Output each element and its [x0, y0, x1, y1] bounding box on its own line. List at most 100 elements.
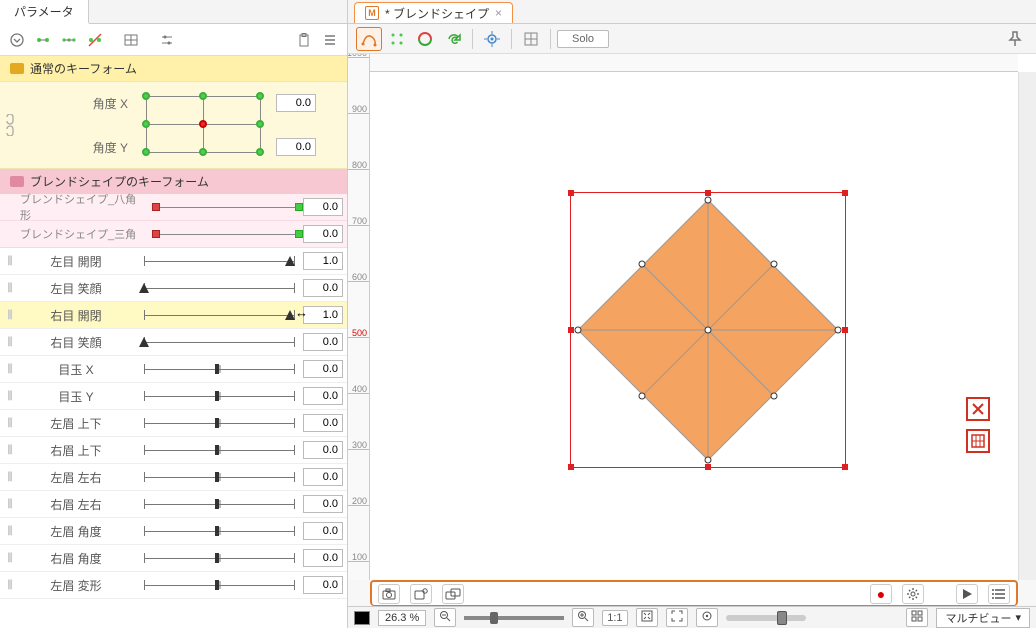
- multiview-button[interactable]: マルチビュー ▾: [936, 608, 1030, 628]
- solo-button[interactable]: Solo: [557, 30, 609, 48]
- parameter-value[interactable]: [303, 387, 343, 405]
- parameter-slider[interactable]: [140, 550, 299, 566]
- parameter-slider[interactable]: [140, 577, 299, 593]
- drag-handle-icon[interactable]: ⦀: [4, 416, 16, 431]
- slider-thumb[interactable]: [285, 310, 295, 320]
- parameter-row[interactable]: ⦀左眉 上下: [0, 410, 347, 437]
- target-tool-icon[interactable]: [479, 27, 505, 51]
- slider-thumb[interactable]: [285, 256, 295, 266]
- mesh-point[interactable]: [705, 327, 712, 334]
- grid-snap-icon[interactable]: [518, 27, 544, 51]
- grid-small-icon[interactable]: [120, 29, 142, 51]
- drag-handle-icon[interactable]: ⦀: [4, 551, 16, 566]
- drag-handle-icon[interactable]: ⦀: [4, 281, 16, 296]
- canvas-tab[interactable]: M * ブレンドシェイプ ×: [354, 2, 513, 23]
- mesh-point[interactable]: [639, 261, 646, 268]
- drag-handle-icon[interactable]: ⦀: [4, 254, 16, 269]
- slider-thumb[interactable]: [213, 552, 221, 564]
- parameter-value[interactable]: [303, 549, 343, 567]
- playlist-button[interactable]: [988, 584, 1010, 604]
- artpath-tool-icon[interactable]: [356, 27, 382, 51]
- parameter-slider[interactable]: [140, 361, 299, 377]
- drag-handle-icon[interactable]: ⦀: [4, 524, 16, 539]
- blendshape-slider[interactable]: [156, 232, 299, 236]
- redo-icon[interactable]: [440, 27, 466, 51]
- parameter-row[interactable]: ⦀左目 笑顔: [0, 275, 347, 302]
- center-button[interactable]: [666, 608, 688, 627]
- parameter-row[interactable]: ⦀目玉 X: [0, 356, 347, 383]
- parameter-slider[interactable]: [140, 253, 299, 269]
- angle-y-value[interactable]: [276, 138, 316, 156]
- blendshape-row[interactable]: ブレンドシェイプ_三角: [0, 221, 347, 248]
- camera-multi-icon[interactable]: [442, 584, 464, 604]
- slider-thumb[interactable]: [213, 498, 221, 510]
- canvas-viewport[interactable]: 1000900800700600500400300200100: [348, 54, 1036, 580]
- mesh-point[interactable]: [771, 261, 778, 268]
- zoom-out-button[interactable]: [434, 608, 456, 627]
- parameter-row[interactable]: ⦀左目 開閉: [0, 248, 347, 275]
- edit-mesh-button[interactable]: [966, 429, 990, 453]
- ratio-button[interactable]: 1:1: [602, 610, 627, 626]
- remove-point-icon[interactable]: [84, 29, 106, 51]
- parameter-value[interactable]: [303, 360, 343, 378]
- drag-handle-icon[interactable]: ⦀: [4, 443, 16, 458]
- node-tool-icon[interactable]: [384, 27, 410, 51]
- slider-thumb[interactable]: [139, 283, 149, 293]
- slider-thumb[interactable]: [213, 471, 221, 483]
- parameter-slider[interactable]: [140, 523, 299, 539]
- parameter-row[interactable]: ⦀目玉 Y: [0, 383, 347, 410]
- drag-handle-icon[interactable]: ⦀: [4, 578, 16, 593]
- slider-thumb[interactable]: [213, 579, 221, 591]
- mesh-point[interactable]: [835, 327, 842, 334]
- focus-button[interactable]: [696, 608, 718, 627]
- add-3point-icon[interactable]: [58, 29, 80, 51]
- parameter-value[interactable]: [303, 495, 343, 513]
- play-button[interactable]: [956, 584, 978, 604]
- slider-thumb[interactable]: [139, 337, 149, 347]
- blendshape-slider[interactable]: [156, 205, 299, 209]
- drag-handle-icon[interactable]: ⦀: [4, 389, 16, 404]
- mesh-point[interactable]: [639, 393, 646, 400]
- angle-x-value[interactable]: [276, 94, 316, 112]
- section-normal-keyform[interactable]: 通常のキーフォーム: [0, 56, 347, 81]
- parameter-row[interactable]: ⦀右目 開閉↔: [0, 302, 347, 329]
- settings-button[interactable]: [902, 584, 924, 604]
- drag-handle-icon[interactable]: ⦀: [4, 497, 16, 512]
- link-icon[interactable]: [0, 86, 18, 164]
- parameter-value[interactable]: [303, 522, 343, 540]
- tab-parameters[interactable]: パラメータ: [0, 0, 89, 24]
- opacity-slider[interactable]: [726, 615, 806, 621]
- parameter-value[interactable]: [303, 333, 343, 351]
- chevron-circle-icon[interactable]: [6, 29, 28, 51]
- parameter-row[interactable]: ⦀左眉 角度: [0, 518, 347, 545]
- slider-thumb[interactable]: [213, 390, 221, 402]
- zoom-value[interactable]: 26.3 %: [378, 610, 426, 626]
- vertical-scrollbar[interactable]: [1018, 72, 1036, 580]
- mesh-point[interactable]: [705, 197, 712, 204]
- camera-icon[interactable]: [378, 584, 400, 604]
- zoom-slider[interactable]: [464, 616, 564, 620]
- clipboard-icon[interactable]: [293, 29, 315, 51]
- parameter-slider[interactable]: [140, 496, 299, 512]
- drag-handle-icon[interactable]: ⦀: [4, 470, 16, 485]
- mesh-point[interactable]: [705, 457, 712, 464]
- parameter-value[interactable]: [303, 441, 343, 459]
- slider-thumb[interactable]: [213, 444, 221, 456]
- angle-grid[interactable]: [138, 86, 268, 162]
- parameter-slider[interactable]: ↔: [140, 307, 299, 323]
- parameter-value[interactable]: [303, 414, 343, 432]
- grid-toggle-button[interactable]: [906, 608, 928, 627]
- parameter-row[interactable]: ⦀右眉 上下: [0, 437, 347, 464]
- sliders-icon[interactable]: [156, 29, 178, 51]
- drag-handle-icon[interactable]: ⦀: [4, 335, 16, 350]
- record-button[interactable]: ●: [870, 584, 892, 604]
- parameter-slider[interactable]: [140, 334, 299, 350]
- parameter-value[interactable]: [303, 252, 343, 270]
- parameter-value[interactable]: [303, 468, 343, 486]
- drag-handle-icon[interactable]: ⦀: [4, 308, 16, 323]
- blendshape-row[interactable]: ブレンドシェイプ_八角形: [0, 194, 347, 221]
- slider-thumb[interactable]: [213, 417, 221, 429]
- delete-transform-button[interactable]: [966, 397, 990, 421]
- parameter-row[interactable]: ⦀右眉 角度: [0, 545, 347, 572]
- parameter-row[interactable]: ⦀左眉 変形: [0, 572, 347, 599]
